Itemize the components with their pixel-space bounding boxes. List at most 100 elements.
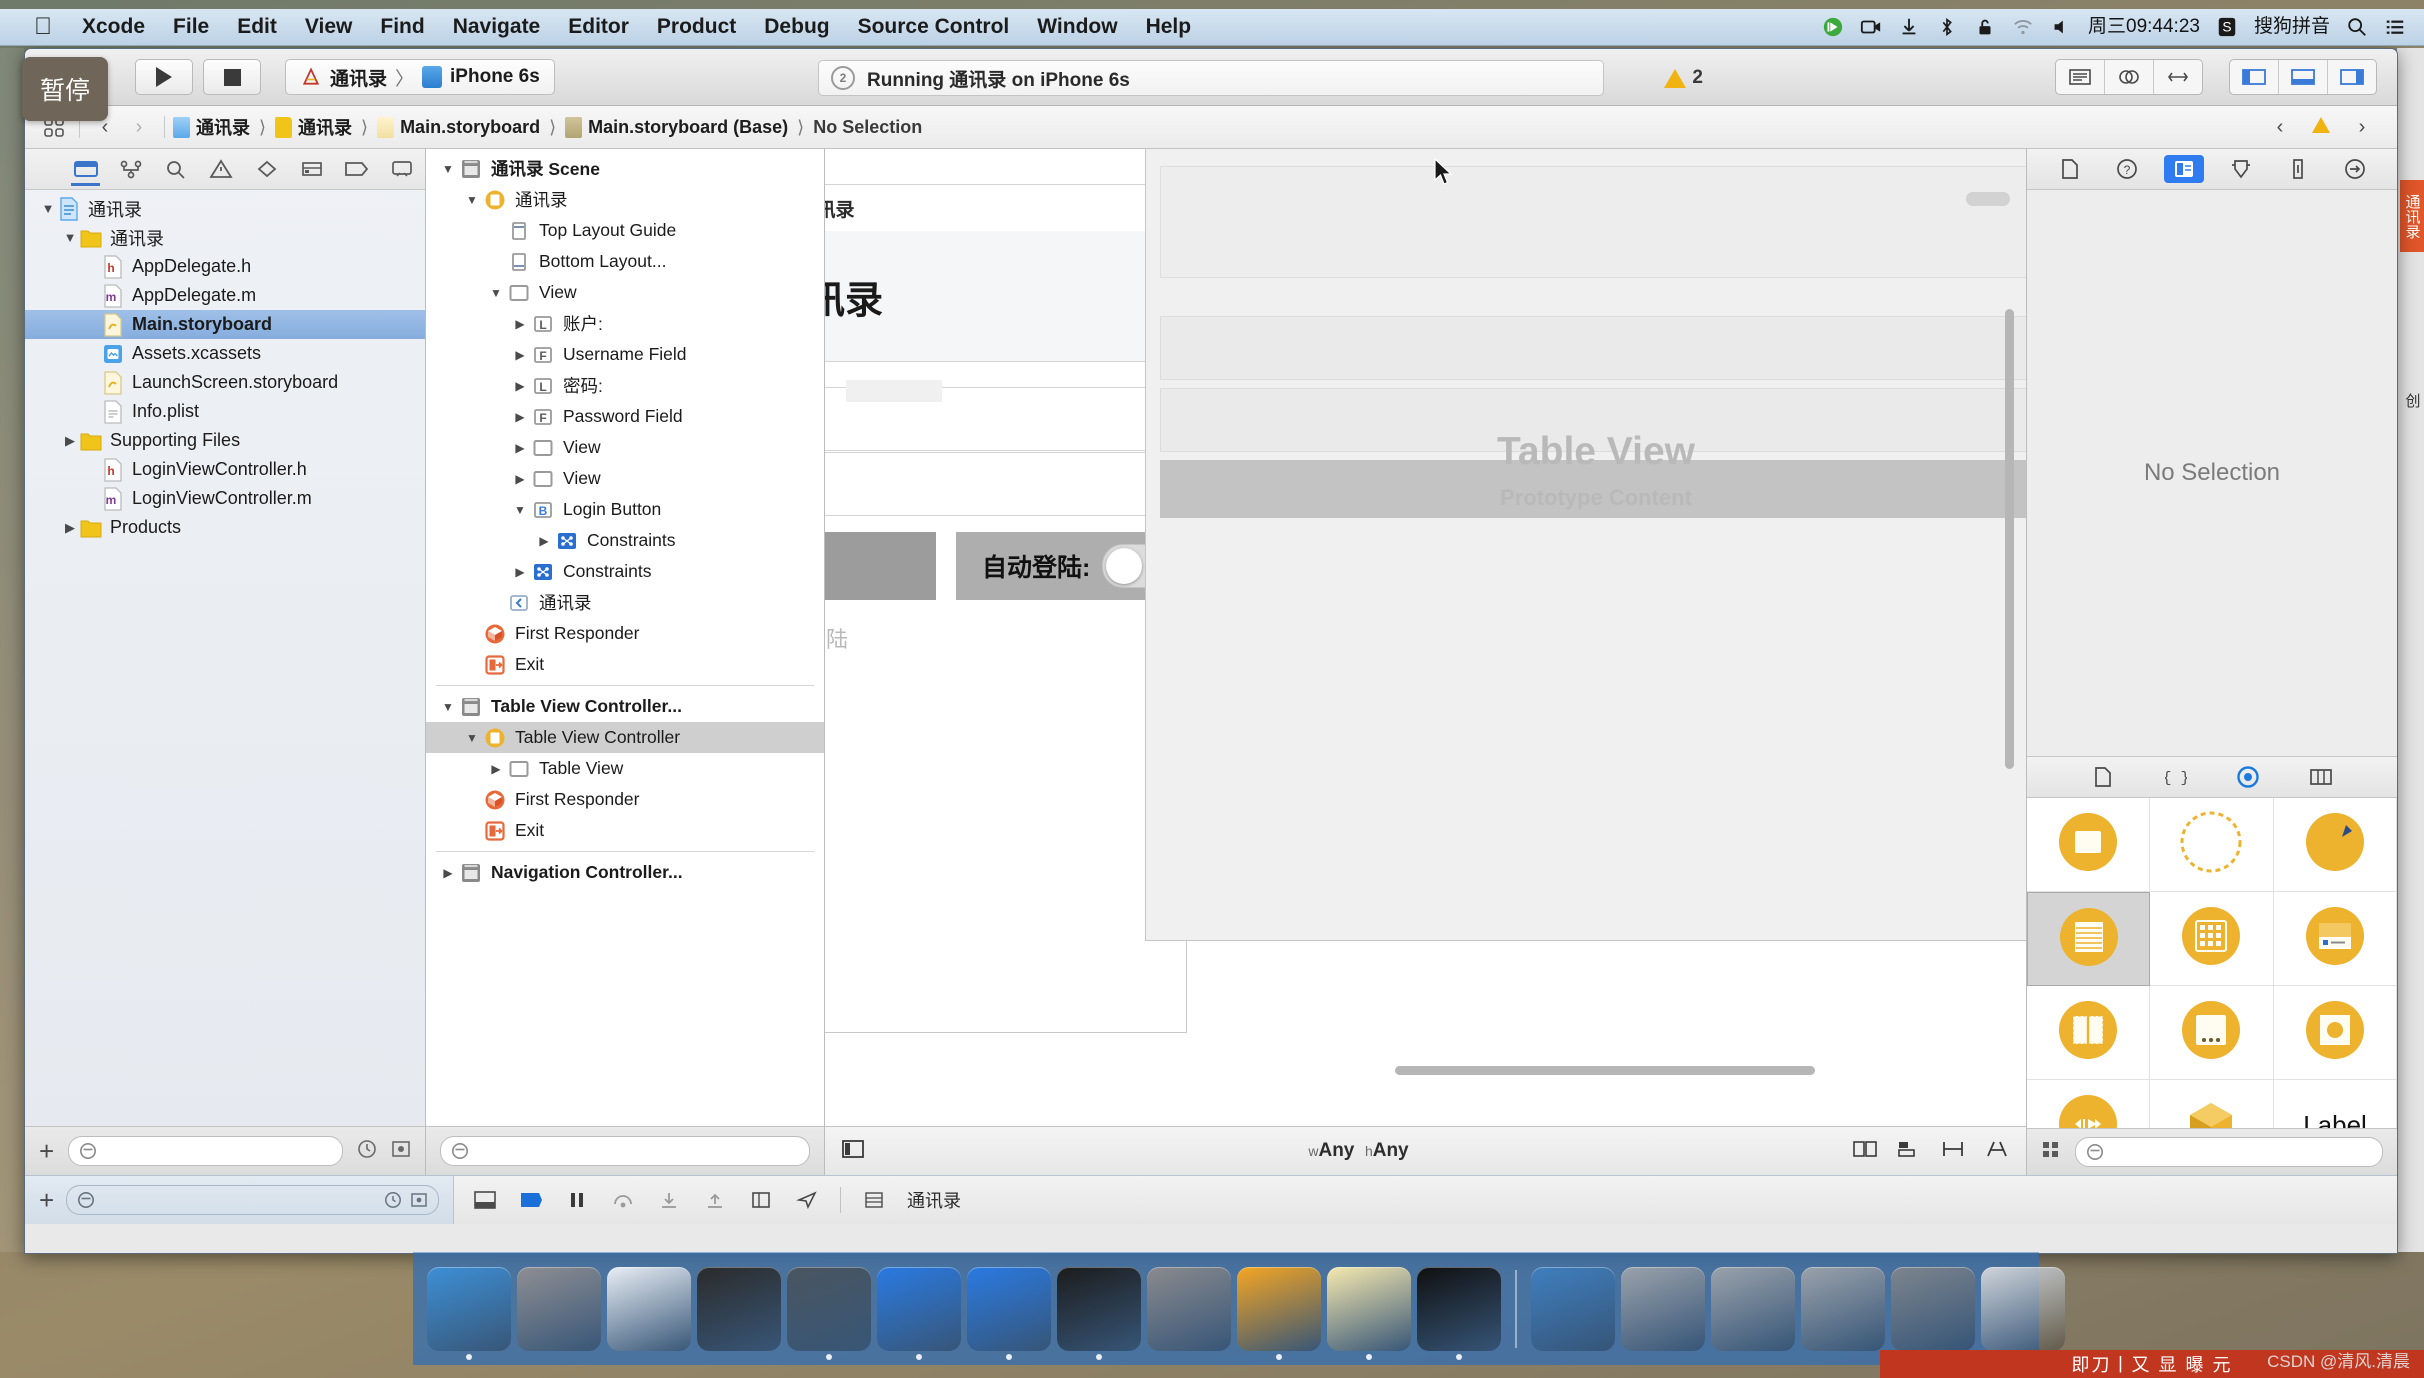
disclosure-triangle[interactable]: ▶: [510, 348, 530, 362]
disclosure-triangle[interactable]: ▶: [486, 762, 506, 776]
outline-row-5[interactable]: ▶ L 账户:: [426, 308, 824, 339]
object-library-grid[interactable]: Label: [2027, 798, 2397, 1128]
wifi-icon[interactable]: [2012, 16, 2034, 38]
menu-item-edit[interactable]: Edit: [223, 16, 291, 38]
run-button[interactable]: [135, 59, 193, 95]
chevron-left-small-icon[interactable]: ‹: [2263, 112, 2297, 142]
size-class-indicator[interactable]: wAny hAny: [1308, 1140, 1408, 1162]
scheme-selector[interactable]: 通讯录 〉 iPhone 6s: [285, 59, 555, 95]
outline-row-18[interactable]: ▼ Table View Controller...: [426, 691, 824, 722]
navigator-row-11[interactable]: ▶ Products: [25, 513, 425, 542]
disclosure-triangle[interactable]: ▶: [510, 441, 530, 455]
notes-icon[interactable]: [1327, 1267, 1411, 1360]
canvas-horizontal-scrollbar[interactable]: [835, 1066, 2016, 1075]
login-password-row[interactable]: [825, 452, 1186, 516]
quick-help-icon[interactable]: ?: [2107, 155, 2147, 183]
menu-bar-clock[interactable]: 周三09:44:23: [2088, 17, 2200, 37]
file-template-library-icon[interactable]: [2083, 763, 2123, 791]
simulator-icon-3[interactable]: [1801, 1267, 1885, 1351]
canvas-scroll-area[interactable]: 通讯录 通讯录 自动登陆:: [825, 149, 2026, 1127]
disclosure-triangle[interactable]: ▼: [462, 731, 482, 745]
disclosure-triangle[interactable]: ▼: [61, 230, 79, 245]
warning-icon[interactable]: [2311, 116, 2331, 139]
simulator-icon-1[interactable]: [1621, 1267, 1705, 1351]
attributes-inspector-icon[interactable]: [2221, 155, 2261, 183]
screen-record-icon[interactable]: [1860, 16, 1882, 38]
navigator-filter-scope-icon[interactable]: [391, 1139, 411, 1164]
finder-icon[interactable]: [427, 1267, 511, 1360]
outline-row-0[interactable]: ▼ 通讯录 Scene: [426, 153, 824, 184]
library-filter-input[interactable]: [2075, 1137, 2383, 1167]
login-button-preview[interactable]: 登陆: [825, 622, 1186, 654]
navigator-tab-source-control[interactable]: [108, 153, 153, 185]
outline-row-13[interactable]: ▶ Constraints: [426, 556, 824, 587]
connections-inspector-icon[interactable]: [2335, 155, 2375, 183]
thread-stack-icon[interactable]: [861, 1188, 887, 1212]
menu-item-editor[interactable]: Editor: [554, 16, 643, 38]
outline-row-21[interactable]: First Responder: [426, 784, 824, 815]
identity-inspector-icon[interactable]: [2163, 155, 2204, 183]
document-outline-toggle-icon[interactable]: [841, 1138, 865, 1165]
prototype-cell-2[interactable]: [1160, 316, 2026, 380]
input-method-label[interactable]: 搜狗拼音: [2254, 17, 2330, 37]
simulator-icon-2[interactable]: [1711, 1267, 1795, 1351]
safari-icon[interactable]: [607, 1267, 691, 1351]
library-item-9[interactable]: [2027, 1080, 2151, 1128]
navigator-tab-project[interactable]: [63, 153, 108, 186]
disclosure-triangle[interactable]: ▼: [438, 700, 458, 714]
library-item-4[interactable]: [2150, 892, 2274, 986]
scrollbar-thumb[interactable]: [1395, 1066, 1815, 1075]
navigator-row-1[interactable]: ▼ 通讯录: [25, 223, 425, 252]
grid-view-icon[interactable]: [2041, 1140, 2061, 1165]
navigator-tab-reports[interactable]: [380, 153, 425, 185]
pin-icon[interactable]: [1940, 1138, 1966, 1165]
menu-item-navigate[interactable]: Navigate: [439, 16, 555, 38]
navigator-row-9[interactable]: h LoginViewController.h: [25, 455, 425, 484]
chevron-right-icon[interactable]: ›: [122, 112, 156, 142]
scope-icon[interactable]: [410, 1191, 428, 1209]
debug-area-toggle-icon[interactable]: [2279, 60, 2328, 94]
continue-icon[interactable]: [518, 1188, 544, 1212]
mouse-app-icon[interactable]: [697, 1267, 781, 1351]
outline-row-15[interactable]: First Responder: [426, 618, 824, 649]
menu-item-product[interactable]: Product: [643, 16, 750, 38]
disclosure-triangle[interactable]: ▼: [462, 193, 482, 207]
debug-filter-input[interactable]: [66, 1185, 439, 1215]
object-library-icon[interactable]: [2228, 763, 2268, 791]
breadcrumb-item-1[interactable]: 通讯录: [298, 114, 352, 140]
xcode-beta-icon[interactable]: [967, 1267, 1051, 1360]
simulator-icon-4[interactable]: [1891, 1267, 1975, 1351]
disclosure-triangle[interactable]: ▶: [534, 534, 554, 548]
launchpad-icon[interactable]: [517, 1267, 601, 1351]
disclosure-triangle[interactable]: ▶: [438, 866, 458, 880]
media-player-icon[interactable]: [1531, 1267, 1615, 1351]
navigator-filter-clock-icon[interactable]: [357, 1139, 377, 1164]
location-icon[interactable]: [794, 1188, 820, 1212]
resolve-issues-icon[interactable]: [1984, 1138, 2010, 1165]
add-file-button[interactable]: +: [39, 1138, 54, 1164]
storyboard-canvas[interactable]: 通讯录 通讯录 自动登陆:: [825, 149, 2026, 1175]
disclosure-triangle[interactable]: ▼: [510, 503, 530, 517]
library-item-0[interactable]: [2027, 798, 2151, 892]
library-item-8[interactable]: [2273, 986, 2397, 1080]
navigator-tab-issues[interactable]: [199, 153, 244, 185]
disclosure-triangle[interactable]: ▼: [39, 201, 57, 216]
disclosure-triangle[interactable]: ▶: [61, 433, 79, 449]
warning-indicator[interactable]: 2: [1664, 67, 1703, 89]
canvas-vertical-scrollbar[interactable]: [2005, 309, 2014, 769]
menu-item-file[interactable]: File: [159, 16, 223, 38]
library-item-11[interactable]: Label: [2274, 1080, 2397, 1128]
update-frames-icon[interactable]: [1852, 1138, 1878, 1165]
utilities-toggle-icon[interactable]: [2328, 60, 2376, 94]
file-inspector-icon[interactable]: [2050, 155, 2090, 183]
media-library-icon[interactable]: [2301, 763, 2341, 791]
navigator-filter-input[interactable]: [68, 1136, 343, 1166]
login-scene-phone[interactable]: 通讯录 通讯录 自动登陆:: [825, 149, 1402, 1033]
outline-row-12[interactable]: ▶ Constraints: [426, 525, 824, 556]
outline-row-1[interactable]: ▼ 通讯录: [426, 184, 824, 215]
disclosure-triangle[interactable]: ▶: [510, 410, 530, 424]
navigator-tab-search[interactable]: [154, 153, 199, 185]
chevron-right-small-icon[interactable]: ›: [2345, 112, 2379, 142]
outline-row-16[interactable]: Exit: [426, 649, 824, 680]
code-snippet-library-icon[interactable]: { }: [2156, 763, 2196, 791]
